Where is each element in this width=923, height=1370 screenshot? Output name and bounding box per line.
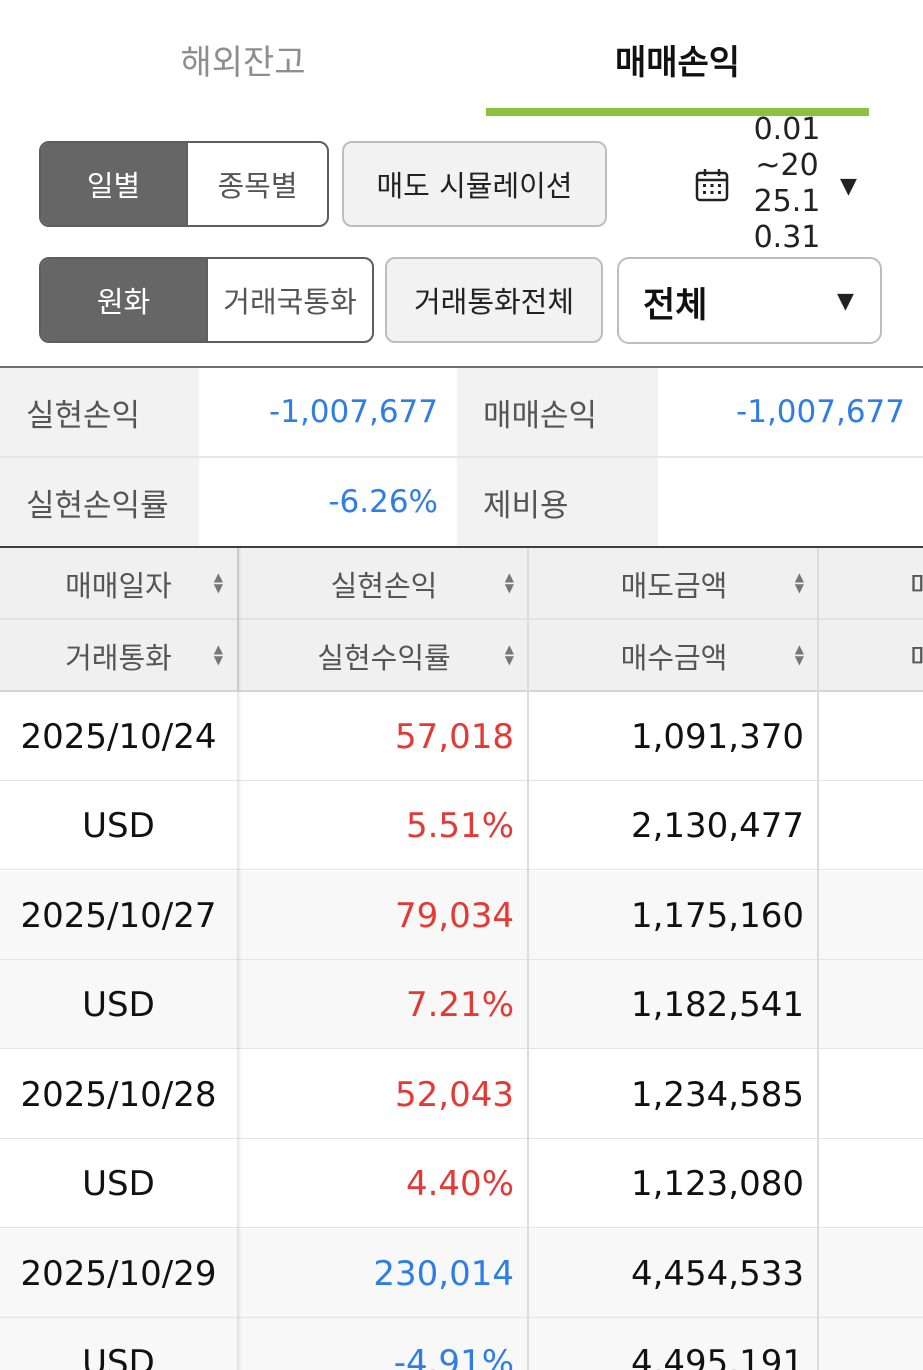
table-body: 2025/10/24 57,018 1,091,370 USD 5.51% 2,… — [0, 692, 923, 1370]
cell-sell-amount: 1,175,160 — [630, 895, 804, 936]
cell-trade-currency: USD — [82, 1342, 155, 1370]
header-col4-row2-label: 매 — [910, 635, 923, 677]
period-by-item-button[interactable]: 종목별 — [186, 143, 327, 225]
realized-rate-label: 실현손익률 — [0, 458, 199, 546]
table-row[interactable]: 2025/10/28 52,043 1,234,585 — [0, 1050, 923, 1139]
row-divider — [0, 1227, 923, 1228]
fees-value — [658, 458, 923, 546]
date-range-text: 0.01~2025.10.31 — [753, 112, 821, 255]
cell-buy-amount: 2,130,477 — [630, 805, 804, 846]
sort-icon: ▲ ▼ — [794, 642, 804, 667]
row-divider — [0, 1048, 923, 1049]
tab-bar: 해외잔고 매매손익 — [0, 0, 923, 118]
header-trade-currency[interactable]: 거래통화 ▲ ▼ — [0, 620, 237, 691]
header-sell-amount-label: 매도금액 — [620, 568, 728, 603]
header-trade-date-label: 매매일자 — [65, 568, 172, 603]
header-col4-row2[interactable]: 매 — [820, 620, 923, 691]
sort-icon: ▲ ▼ — [794, 570, 804, 595]
realized-pl-value: -1,007,677 — [269, 394, 438, 430]
sort-icon: ▲ ▼ — [504, 570, 514, 595]
frozen-column-shadow — [237, 548, 242, 1370]
cell-realized-pl: 79,034 — [395, 895, 514, 936]
sort-icon: ▲ ▼ — [213, 642, 223, 667]
header-buy-amount[interactable]: 매수금액 ▲ ▼ — [530, 620, 818, 691]
tab-overseas-balance[interactable]: 해외잔고 — [0, 0, 486, 118]
realized-pl-label: 실현손익 — [0, 368, 199, 456]
tab-trade-profit[interactable]: 매매손익 — [486, 0, 869, 118]
table-row[interactable]: USD 7.21% 1,182,541 — [0, 960, 923, 1049]
header-col4-row1[interactable]: 매 — [820, 548, 923, 619]
fees-label: 제비용 — [457, 458, 658, 546]
cell-trade-currency: USD — [82, 1163, 155, 1204]
cell-trade-currency: USD — [82, 805, 155, 846]
cell-trade-date: 2025/10/27 — [20, 895, 217, 936]
table-row[interactable]: USD -4.91% 4,495,191 — [0, 1318, 923, 1370]
sort-icon: ▲ ▼ — [504, 642, 514, 667]
table-row[interactable]: 2025/10/27 79,034 1,175,160 — [0, 871, 923, 960]
cell-trade-date: 2025/10/24 — [20, 716, 217, 757]
header-trade-currency-label: 거래통화 — [65, 640, 172, 675]
currency-trade-button[interactable]: 거래국통화 — [206, 259, 372, 341]
cell-realized-pl: 52,043 — [395, 1074, 514, 1115]
date-dropdown-arrow-icon: ▼ — [840, 174, 857, 199]
header-buy-amount-label: 매수금액 — [620, 640, 728, 675]
cell-buy-amount: 4,495,191 — [630, 1342, 804, 1370]
currency-krw-button[interactable]: 원화 — [41, 259, 206, 341]
cell-buy-amount: 1,182,541 — [630, 984, 804, 1025]
cell-realized-pl: 230,014 — [373, 1253, 514, 1294]
sell-simulation-button[interactable]: 매도 시뮬레이션 — [342, 141, 607, 227]
header-col4-row1-label: 매 — [910, 563, 923, 605]
table-row[interactable]: 2025/10/24 57,018 1,091,370 — [0, 692, 923, 781]
header-trade-date[interactable]: 매매일자 ▲ ▼ — [0, 548, 237, 619]
cell-trade-date: 2025/10/28 — [20, 1074, 217, 1115]
cell-sell-amount: 1,091,370 — [630, 716, 804, 757]
cell-sell-amount: 4,454,533 — [630, 1253, 804, 1294]
cell-realized-pl: 57,018 — [395, 716, 514, 757]
row-divider — [0, 869, 923, 870]
tab-overseas-balance-label: 해외잔고 — [180, 42, 306, 83]
currency-toggle: 원화 거래국통화 — [39, 257, 374, 343]
realized-rate-value: -6.26% — [328, 484, 438, 520]
trade-currency-all-button[interactable]: 거래통화전체 — [385, 257, 603, 343]
sort-icon: ▲ ▼ — [213, 570, 223, 595]
cell-buy-amount: 1,123,080 — [630, 1163, 804, 1204]
cell-trade-currency: USD — [82, 984, 155, 1025]
table-header: 매매일자 ▲▼ 실현손익 ▲▼ 매도금액 ▲▼ 매 거래통화 ▲▼ 실현수익률 ▲▼ 매수… — [0, 548, 923, 692]
column-divider — [817, 692, 819, 1370]
table-row[interactable]: 2025/10/29 230,014 4,454,533 — [0, 1229, 923, 1318]
column-divider — [527, 548, 529, 692]
header-realized-pl-label: 실현손익 — [330, 568, 438, 603]
period-toggle: 일별 종목별 — [39, 141, 329, 227]
header-realized-return[interactable]: 실현수익률 ▲ ▼ — [240, 620, 528, 691]
tab-trade-profit-label: 매매손익 — [614, 42, 741, 83]
trade-pl-value: -1,007,677 — [736, 394, 905, 430]
table-row[interactable]: USD 4.40% 1,123,080 — [0, 1139, 923, 1228]
filter-select[interactable]: 전체 ▼ — [617, 257, 882, 344]
period-daily-button[interactable]: 일별 — [41, 143, 186, 225]
trade-pl-label: 매매손익 — [457, 368, 658, 456]
column-divider — [817, 548, 819, 692]
header-realized-pl[interactable]: 실현손익 ▲ ▼ — [240, 548, 528, 619]
header-realized-return-label: 실현수익률 — [317, 640, 451, 675]
cell-realized-return: -4.91% — [393, 1342, 514, 1370]
cell-realized-return: 5.51% — [405, 805, 514, 846]
cell-realized-return: 7.21% — [405, 984, 514, 1025]
summary-panel: 실현손익 -1,007,677 매매손익 -1,007,677 실현손익률 -6… — [0, 368, 923, 546]
table-row[interactable]: USD 5.51% 2,130,477 — [0, 781, 923, 870]
cell-trade-date: 2025/10/29 — [20, 1253, 217, 1294]
calendar-icon — [695, 169, 729, 202]
header-sell-amount[interactable]: 매도금액 ▲ ▼ — [530, 548, 818, 619]
filter-select-value: 전체 — [643, 286, 708, 326]
cell-realized-return: 4.40% — [405, 1163, 514, 1204]
column-divider — [527, 692, 529, 1370]
filter-dropdown-arrow-icon: ▼ — [837, 289, 854, 314]
cell-sell-amount: 1,234,585 — [630, 1074, 804, 1115]
